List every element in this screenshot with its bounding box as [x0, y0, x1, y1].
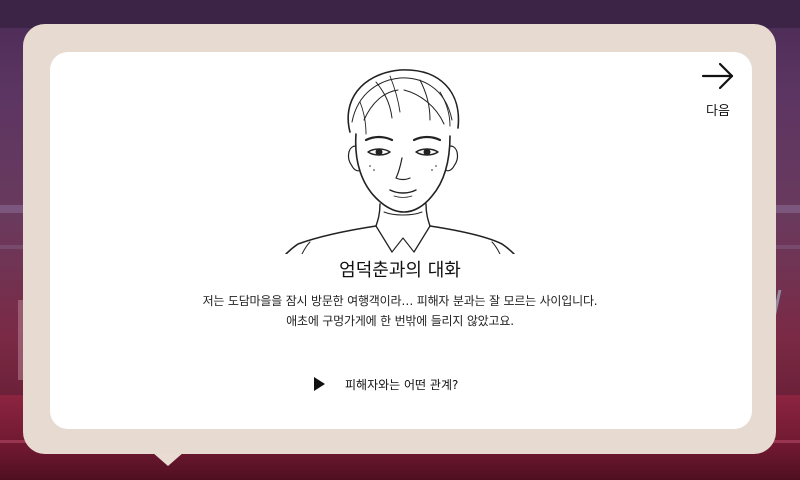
play-icon	[314, 377, 325, 391]
dialog-title: 엄덕춘과의 대화	[339, 260, 461, 281]
choice-option-relationship[interactable]: 피해자와는 어떤 관계?	[308, 372, 458, 396]
next-label: 다음	[706, 104, 730, 119]
next-button[interactable]: 다음	[692, 56, 744, 120]
panel-pointer	[152, 452, 184, 466]
dialog-line-1: 저는 도담마을을 잠시 방문한 여행객이라… 피해자 분과는 잘 모르는 사이입…	[202, 294, 598, 308]
choice-label: 피해자와는 어떤 관계?	[345, 377, 459, 392]
character-portrait	[285, 69, 515, 254]
dialog-line-2: 애초에 구멍가게에 한 번밖에 들리지 않았고요.	[286, 314, 514, 328]
arrow-right-icon	[701, 62, 734, 90]
